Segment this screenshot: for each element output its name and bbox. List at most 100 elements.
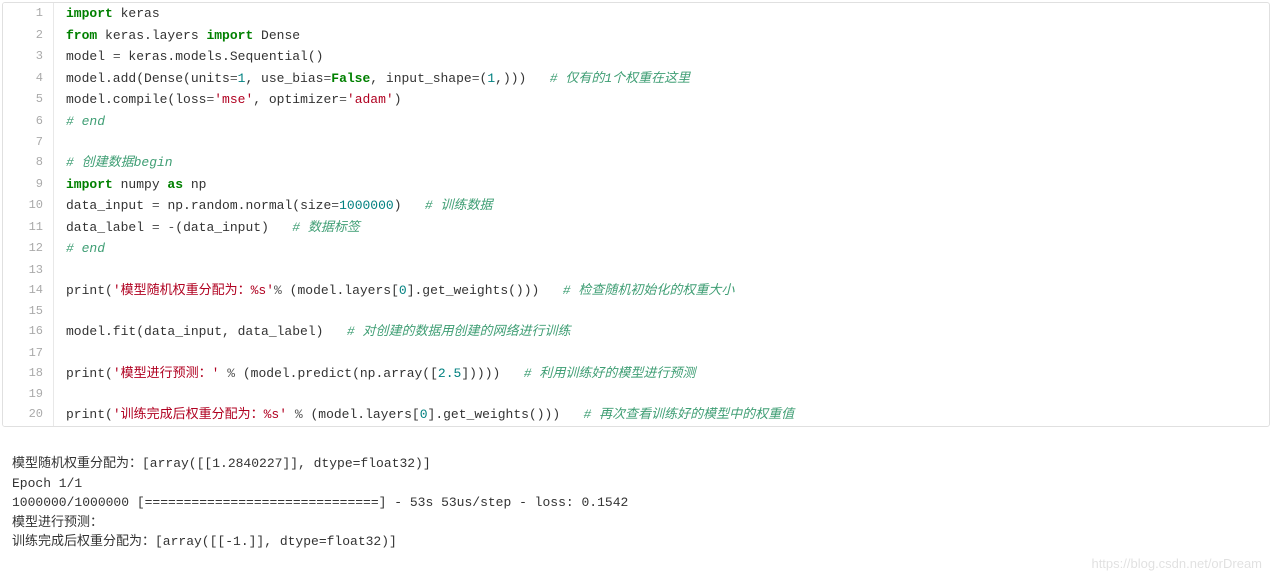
- code-table: 1import keras2from keras.layers import D…: [3, 3, 1269, 426]
- code-token: %: [274, 283, 282, 298]
- line-number: 9: [3, 174, 54, 196]
- code-token: =: [152, 198, 160, 213]
- code-token: =: [113, 49, 121, 64]
- code-token: '训练完成后权重分配为：%s': [113, 407, 287, 422]
- code-token: (model.predict(np.array([: [235, 366, 438, 381]
- code-token: =: [152, 220, 160, 235]
- code-token: False: [331, 71, 370, 86]
- code-row: 19: [3, 384, 1269, 404]
- code-token: (: [105, 283, 113, 298]
- code-token: 2.5: [438, 366, 461, 381]
- code-row: 7: [3, 132, 1269, 152]
- code-row: 20print('训练完成后权重分配为：%s' % (model.layers[…: [3, 404, 1269, 426]
- code-line[interactable]: from keras.layers import Dense: [54, 25, 1270, 47]
- output-line-predict: 模型进行预测：: [12, 515, 103, 530]
- line-number: 20: [3, 404, 54, 426]
- code-row: 14print('模型随机权重分配为：%s'% (model.layers[0]…: [3, 280, 1269, 302]
- code-line[interactable]: [54, 132, 1270, 152]
- code-token: as: [167, 177, 183, 192]
- code-row: 2from keras.layers import Dense: [3, 25, 1269, 47]
- line-number: 18: [3, 363, 54, 385]
- code-token: data_input: [66, 198, 152, 213]
- code-row: 4model.add(Dense(units=1, use_bias=False…: [3, 68, 1269, 90]
- code-line[interactable]: [54, 384, 1270, 404]
- code-token: # end: [66, 241, 105, 256]
- code-line[interactable]: [54, 343, 1270, 363]
- code-token: (model.layers[: [282, 283, 399, 298]
- code-token: keras: [113, 6, 160, 21]
- code-token: # 仅有的1个权重在这里: [550, 71, 690, 86]
- code-row: 10data_input = np.random.normal(size=100…: [3, 195, 1269, 217]
- code-row: 13: [3, 260, 1269, 280]
- code-line[interactable]: model.compile(loss='mse', optimizer='ada…: [54, 89, 1270, 111]
- code-token: , input_shape: [370, 71, 471, 86]
- line-number: 4: [3, 68, 54, 90]
- code-token: 0: [420, 407, 428, 422]
- code-token: ): [394, 198, 425, 213]
- code-line[interactable]: model.fit(data_input, data_label) # 对创建的…: [54, 321, 1270, 343]
- code-token: %: [295, 407, 303, 422]
- code-block: 1import keras2from keras.layers import D…: [2, 2, 1270, 427]
- code-token: import: [66, 177, 113, 192]
- line-number: 19: [3, 384, 54, 404]
- code-token: ): [394, 92, 402, 107]
- code-token: from: [66, 28, 97, 43]
- code-line[interactable]: data_label = -(data_input) # 数据标签: [54, 217, 1270, 239]
- code-line[interactable]: print('模型进行预测：' % (model.predict(np.arra…: [54, 363, 1270, 385]
- code-line[interactable]: # 创建数据begin: [54, 152, 1270, 174]
- code-row: 6# end: [3, 111, 1269, 133]
- code-token: # 创建数据begin: [66, 155, 173, 170]
- code-token: print: [66, 283, 105, 298]
- output-block: 模型随机权重分配为：[array([[1.2840227]], dtype=fl…: [0, 429, 1272, 577]
- code-token: (: [105, 407, 113, 422]
- output-line-weights-trained: 训练完成后权重分配为：[array([[-1.]], dtype=float32…: [12, 534, 397, 549]
- code-line[interactable]: # end: [54, 238, 1270, 260]
- code-token: print: [66, 366, 105, 381]
- code-token: %: [227, 366, 235, 381]
- code-line[interactable]: # end: [54, 111, 1270, 133]
- code-token: # 利用训练好的模型进行预测: [524, 366, 696, 381]
- line-number: 12: [3, 238, 54, 260]
- code-token: 'adam': [347, 92, 394, 107]
- code-token: (data_input): [175, 220, 292, 235]
- code-token: ].get_weights())): [428, 407, 584, 422]
- code-token: '模型进行预测：': [113, 366, 220, 381]
- code-row: 11data_label = -(data_input) # 数据标签: [3, 217, 1269, 239]
- code-line[interactable]: [54, 260, 1270, 280]
- code-line[interactable]: import numpy as np: [54, 174, 1270, 196]
- code-token: (: [105, 366, 113, 381]
- line-number: 13: [3, 260, 54, 280]
- line-number: 7: [3, 132, 54, 152]
- code-line[interactable]: [54, 301, 1270, 321]
- line-number: 3: [3, 46, 54, 68]
- code-token: 1000000: [339, 198, 394, 213]
- output-line-weights-random: 模型随机权重分配为：[array([[1.2840227]], dtype=fl…: [12, 456, 431, 471]
- code-line[interactable]: import keras: [54, 3, 1270, 25]
- code-token: numpy: [113, 177, 168, 192]
- line-number: 8: [3, 152, 54, 174]
- code-token: =: [472, 71, 480, 86]
- code-token: # 对创建的数据用创建的网络进行训练: [347, 324, 571, 339]
- code-line[interactable]: model.add(Dense(units=1, use_bias=False,…: [54, 68, 1270, 90]
- code-line[interactable]: print('训练完成后权重分配为：%s' % (model.layers[0]…: [54, 404, 1270, 426]
- output-line-epoch: Epoch 1/1: [12, 476, 82, 491]
- code-token: # 再次查看训练好的模型中的权重值: [584, 407, 795, 422]
- code-token: import: [206, 28, 253, 43]
- code-token: data_label: [66, 220, 152, 235]
- code-token: Dense: [253, 28, 300, 43]
- output-line-progress: 1000000/1000000 [=======================…: [12, 495, 628, 510]
- code-token: np.random.normal(size: [160, 198, 332, 213]
- code-token: import: [66, 6, 113, 21]
- line-number: 11: [3, 217, 54, 239]
- code-line[interactable]: model = keras.models.Sequential(): [54, 46, 1270, 68]
- code-token: model.compile(loss: [66, 92, 206, 107]
- code-line[interactable]: print('模型随机权重分配为：%s'% (model.layers[0].g…: [54, 280, 1270, 302]
- code-row: 5model.compile(loss='mse', optimizer='ad…: [3, 89, 1269, 111]
- code-row: 15: [3, 301, 1269, 321]
- code-token: model.fit(data_input, data_label): [66, 324, 347, 339]
- code-token: np: [183, 177, 206, 192]
- code-line[interactable]: data_input = np.random.normal(size=10000…: [54, 195, 1270, 217]
- code-row: 3model = keras.models.Sequential(): [3, 46, 1269, 68]
- line-number: 17: [3, 343, 54, 363]
- code-row: 17: [3, 343, 1269, 363]
